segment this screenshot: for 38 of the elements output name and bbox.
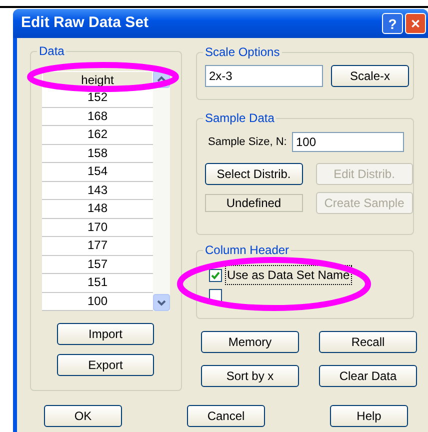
table-cell[interactable]: 151 (42, 274, 153, 292)
button[interactable]: Import (57, 323, 154, 345)
button[interactable]: Select Distrib. (205, 163, 302, 185)
checkmark-icon (211, 270, 220, 280)
table-cell[interactable]: 143 (42, 182, 153, 200)
button[interactable]: Help (330, 405, 408, 427)
button[interactable]: Export (57, 354, 154, 376)
status-field: Undefined (205, 194, 302, 212)
table-cell[interactable]: 170 (42, 218, 153, 237)
button[interactable]: OK (44, 405, 122, 427)
table-cell[interactable]: 162 (42, 126, 153, 144)
button[interactable]: Cancel (187, 405, 265, 427)
button[interactable]: Scale-x (331, 65, 409, 87)
scale-expression-field[interactable]: 2x-3 (205, 65, 323, 87)
group-legend: Data (37, 44, 66, 58)
button[interactable]: Recall (319, 331, 417, 353)
scrollbar[interactable] (153, 71, 170, 311)
group-legend: Column Header (203, 243, 292, 257)
sample-size-field[interactable]: 100 (292, 132, 404, 152)
group-legend: Sample Data (203, 111, 276, 125)
checkbox[interactable] (209, 268, 222, 282)
group-legend: Scale Options (203, 45, 282, 59)
window-title: Edit Raw Data Set (21, 13, 150, 34)
table-cell[interactable]: 168 (42, 108, 153, 126)
table-cell[interactable]: 157 (42, 256, 153, 274)
sample-size-label: Sample Size, N: (207, 134, 288, 150)
table-cell[interactable]: 100 (42, 292, 153, 311)
close-button[interactable]: ✕ (405, 13, 426, 34)
table-cell[interactable]: 154 (42, 163, 153, 182)
table-cell[interactable]: 158 (42, 144, 153, 163)
button[interactable]: Clear Data (319, 365, 417, 387)
table-cell[interactable]: 148 (42, 200, 153, 218)
button[interactable]: Sort by x (201, 365, 299, 387)
button[interactable]: Memory (201, 331, 299, 353)
scroll-down-icon[interactable] (153, 294, 170, 311)
checkbox-label[interactable]: Use as Data Set Name (225, 265, 352, 285)
help-button[interactable]: ? (382, 13, 403, 34)
table-cell[interactable]: 177 (42, 237, 153, 256)
